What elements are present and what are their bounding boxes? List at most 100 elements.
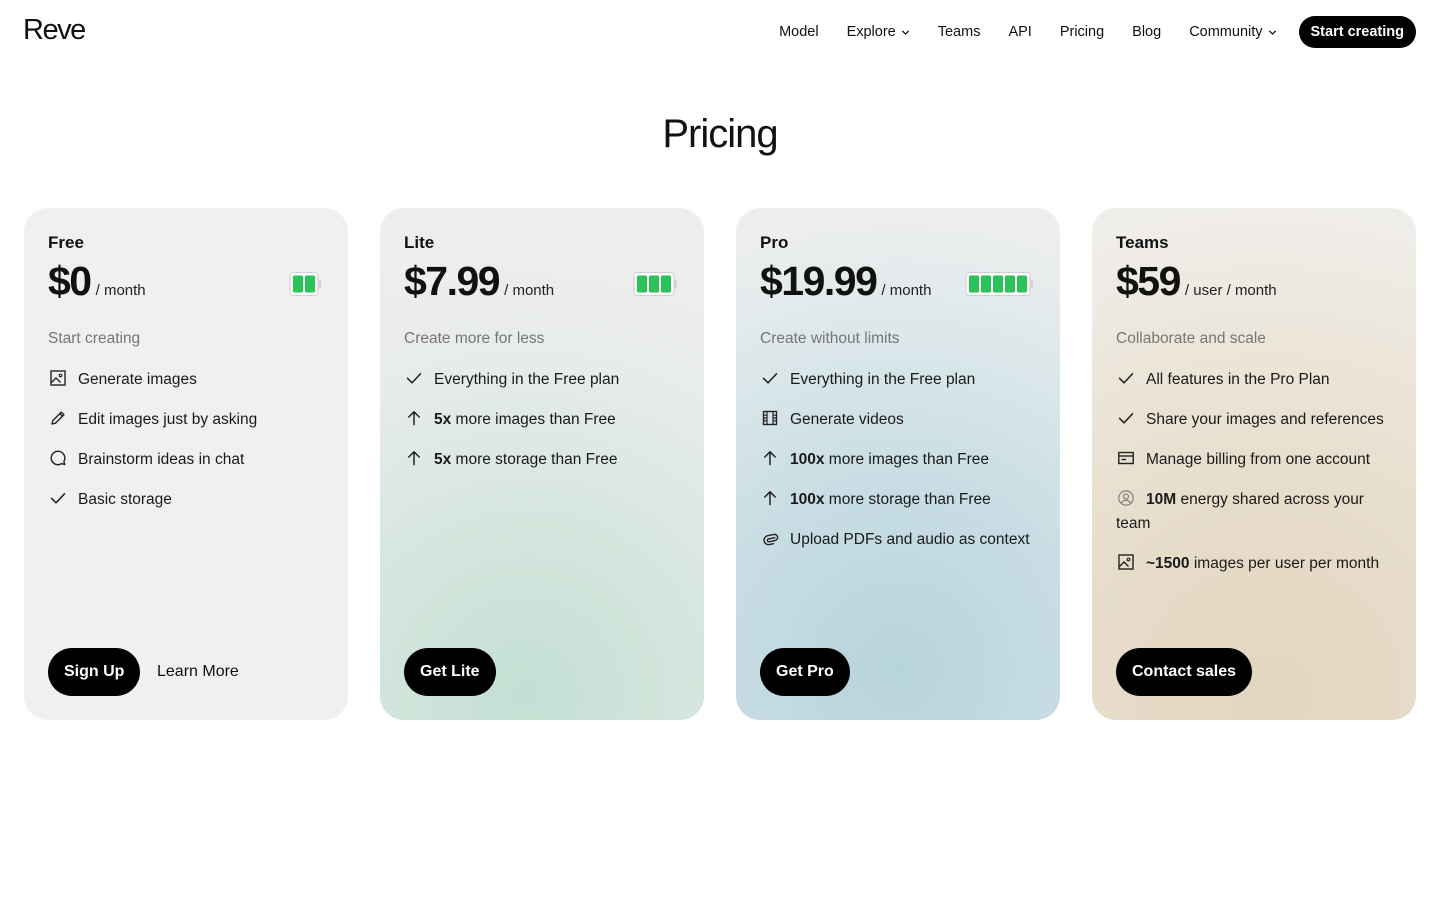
plan-tagline: Create more for less (404, 330, 545, 347)
price-row: $0 / month (48, 258, 146, 305)
arrow-up-icon (408, 451, 420, 466)
feature-text: Share your images and references (1146, 411, 1384, 428)
price-period: / month (504, 282, 555, 299)
plan-card-teams: Teams $59 / user / month Collaborate and… (1092, 208, 1416, 720)
plan-price: $59 (1116, 258, 1181, 304)
check-icon (406, 373, 422, 384)
price-period: / month (95, 282, 146, 299)
contact-sales-button[interactable]: Contact sales (1116, 648, 1253, 696)
feature-item: Upload PDFs and audio as context (760, 528, 1040, 552)
price-period: / month (881, 282, 932, 299)
plan-name: Teams (1116, 233, 1169, 252)
get-lite-button[interactable]: Get Lite (404, 648, 496, 696)
nav-community[interactable]: Community (1189, 24, 1276, 40)
pencil-icon (51, 411, 65, 425)
feature-text: Generate videos (790, 411, 904, 428)
nav-explore[interactable]: Explore (847, 24, 910, 40)
nav-blog[interactable]: Blog (1132, 24, 1161, 40)
plan-name: Lite (404, 233, 435, 252)
nav-model[interactable]: Model (779, 24, 819, 40)
arrow-up-icon (408, 411, 420, 426)
nav-blog-label: Blog (1132, 24, 1162, 40)
battery-icon (633, 272, 677, 296)
user-circle-icon (1118, 490, 1134, 506)
feature-item: ~1500 images per user per month (1116, 552, 1396, 576)
feature-item: Edit images just by asking (48, 408, 328, 432)
feature-item: Share your images and references (1116, 408, 1396, 432)
feature-text: Generate images (78, 371, 197, 388)
chat-bubble-icon (50, 450, 66, 466)
check-icon (1118, 373, 1134, 384)
feature-text: Manage billing from one account (1146, 451, 1371, 468)
price-period: / user / month (1184, 282, 1277, 299)
feature-text: Everything in the Free plan (434, 371, 620, 388)
feature-text: Brainstorm ideas in chat (78, 451, 245, 468)
feature-item: All features in the Pro Plan (1116, 368, 1396, 392)
feature-item: 5x more storage than Free (404, 448, 684, 472)
nav-api[interactable]: API (1008, 24, 1031, 40)
top-nav: Model Explore Teams API Pricing Blog Com… (779, 16, 1416, 48)
feature-item: 10M energy shared across your team (1116, 488, 1396, 536)
plan-tagline: Start creating (48, 330, 141, 347)
feature-item: 100x more storage than Free (760, 488, 1040, 512)
feature-item: Generate images (48, 368, 328, 392)
feature-text: Basic storage (78, 491, 172, 508)
image-icon (1118, 554, 1134, 570)
feature-item: Everything in the Free plan (404, 368, 684, 392)
check-icon (1118, 413, 1134, 424)
feature-text: more storage than Free (451, 451, 618, 468)
feature-item: Basic storage (48, 488, 328, 512)
battery-icon (965, 272, 1033, 296)
feature-text: Everything in the Free plan (790, 371, 976, 388)
nav-pricing-label: Pricing (1059, 24, 1105, 40)
feature-item: 100x more images than Free (760, 448, 1040, 472)
nav-teams-label: Teams (937, 24, 981, 40)
arrow-up-icon (764, 491, 776, 506)
price-row: $7.99 / month (404, 258, 554, 305)
feature-list: All features in the Pro Plan Share your i… (1116, 368, 1396, 592)
plan-price: $0 (48, 258, 92, 304)
plan-card-lite: Lite $7.99 / month Create more for less … (380, 208, 704, 720)
feature-item: Everything in the Free plan (760, 368, 1040, 392)
learn-more-link[interactable]: Learn More (157, 648, 239, 696)
plan-tagline: Create without limits (760, 330, 900, 347)
nav-api-label: API (1008, 24, 1032, 40)
get-pro-button[interactable]: Get Pro (760, 648, 850, 696)
nav-community-label: Community (1189, 24, 1263, 40)
feature-multiplier: 10M (1146, 491, 1177, 508)
check-icon (762, 373, 778, 384)
plan-card-pro: Pro $19.99 / month Create without limits… (736, 208, 1060, 720)
nav-pricing[interactable]: Pricing (1060, 24, 1104, 40)
feature-text: All features in the Pro Plan (1146, 371, 1330, 388)
feature-text: images per user per month (1189, 555, 1380, 572)
price-row: $19.99 / month (760, 258, 931, 305)
feature-item: Brainstorm ideas in chat (48, 448, 328, 472)
check-icon (50, 493, 66, 504)
image-icon (50, 370, 66, 386)
feature-text: Edit images just by asking (78, 411, 258, 428)
nav-model-label: Model (779, 24, 819, 40)
feature-multiplier: 5x (434, 451, 452, 468)
plan-card-free: Free $0 / month Start creating Generate … (24, 208, 348, 720)
chevron-down-icon (1268, 29, 1276, 35)
nav-teams[interactable]: Teams (938, 24, 981, 40)
feature-multiplier: 100x (790, 491, 825, 508)
feature-multiplier: ~1500 (1146, 555, 1190, 572)
battery-icon (289, 272, 321, 296)
reve-logo[interactable]: Reve (23, 14, 86, 47)
feature-item: Manage billing from one account (1116, 448, 1396, 472)
feature-multiplier: 5x (434, 411, 452, 428)
nav-explore-label: Explore (846, 24, 896, 40)
paperclip-icon (763, 533, 779, 546)
feature-list: Everything in the Free plan Generate vide… (760, 368, 1040, 568)
plan-name: Free (48, 233, 84, 252)
feature-item: Generate videos (760, 408, 1040, 432)
arrow-up-icon (764, 451, 776, 466)
credit-card-icon (1118, 451, 1134, 465)
chevron-down-icon (901, 29, 909, 35)
start-creating-button[interactable]: Start creating (1298, 16, 1416, 48)
price-row: $59 / user / month (1116, 258, 1277, 305)
page-title: Pricing (662, 112, 778, 156)
feature-text: more images than Free (451, 411, 616, 428)
sign-up-button[interactable]: Sign Up (48, 648, 141, 696)
